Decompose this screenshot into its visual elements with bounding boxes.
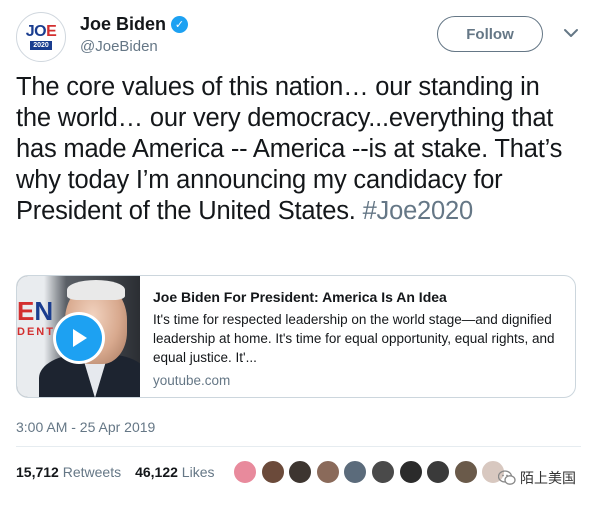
liker-avatar[interactable] <box>425 459 452 485</box>
link-preview-card[interactable]: EN DENT Joe Biden For President: America… <box>16 275 576 398</box>
author-handle[interactable]: @JoeBiden <box>80 38 188 55</box>
retweets-count: 15,712 <box>16 464 59 480</box>
liker-avatar[interactable] <box>232 459 258 485</box>
tweet-stats: 15,712 Retweets 46,122 Likes <box>16 464 214 480</box>
follow-button[interactable]: Follow <box>437 16 543 52</box>
card-body: Joe Biden For President: America Is An I… <box>153 288 568 388</box>
play-icon <box>56 315 102 361</box>
retweets-stat[interactable]: 15,712 Retweets <box>16 464 121 480</box>
card-title[interactable]: Joe Biden For President: America Is An I… <box>153 288 568 306</box>
likes-stat[interactable]: 46,122 Likes <box>135 464 214 480</box>
wechat-icon <box>498 470 516 485</box>
liker-avatar[interactable] <box>342 459 369 485</box>
avatar-logo-text: JOE <box>25 23 57 40</box>
thumbnail-logo-subtext: DENT <box>17 326 55 338</box>
author-info: Joe Biden ✓ @JoeBiden <box>80 14 189 55</box>
liker-avatars <box>232 459 508 485</box>
thumbnail-logo-text: EN <box>17 296 54 326</box>
retweets-label: Retweets <box>62 464 122 480</box>
play-button[interactable] <box>53 312 105 364</box>
avatar-logo-year: 2020 <box>30 41 52 50</box>
divider <box>16 446 581 447</box>
tweet-body: The core values of this nation… our stan… <box>16 73 563 225</box>
author-display-name[interactable]: Joe Biden <box>80 14 166 35</box>
card-domain: youtube.com <box>153 373 231 388</box>
verified-badge-icon: ✓ <box>171 16 189 33</box>
watermark: 陌上美国 <box>498 468 576 488</box>
watermark-text: 陌上美国 <box>520 470 576 486</box>
chevron-down-icon[interactable] <box>562 24 580 42</box>
likes-label: Likes <box>181 464 215 480</box>
tweet-timestamp[interactable]: 3:00 AM - 25 Apr 2019 <box>16 419 155 435</box>
joe-2020-logo: JOE 2020 <box>18 14 64 60</box>
tweet-text: The core values of this nation… our stan… <box>16 72 581 227</box>
video-thumbnail[interactable]: EN DENT <box>17 276 140 397</box>
liker-avatar[interactable] <box>287 459 314 485</box>
liker-avatar[interactable] <box>452 459 479 485</box>
likes-count: 46,122 <box>135 464 178 480</box>
liker-avatar[interactable] <box>397 459 424 485</box>
tweet-header: JOE 2020 Joe Biden ✓ @JoeBiden Follow <box>16 10 581 62</box>
card-description: It's time for respected leadership on th… <box>153 312 555 365</box>
liker-avatar[interactable] <box>259 459 286 485</box>
liker-avatar[interactable] <box>369 459 396 485</box>
liker-avatar[interactable] <box>314 459 341 485</box>
hashtag-link[interactable]: #Joe2020 <box>363 197 474 225</box>
avatar[interactable]: JOE 2020 <box>16 12 66 62</box>
